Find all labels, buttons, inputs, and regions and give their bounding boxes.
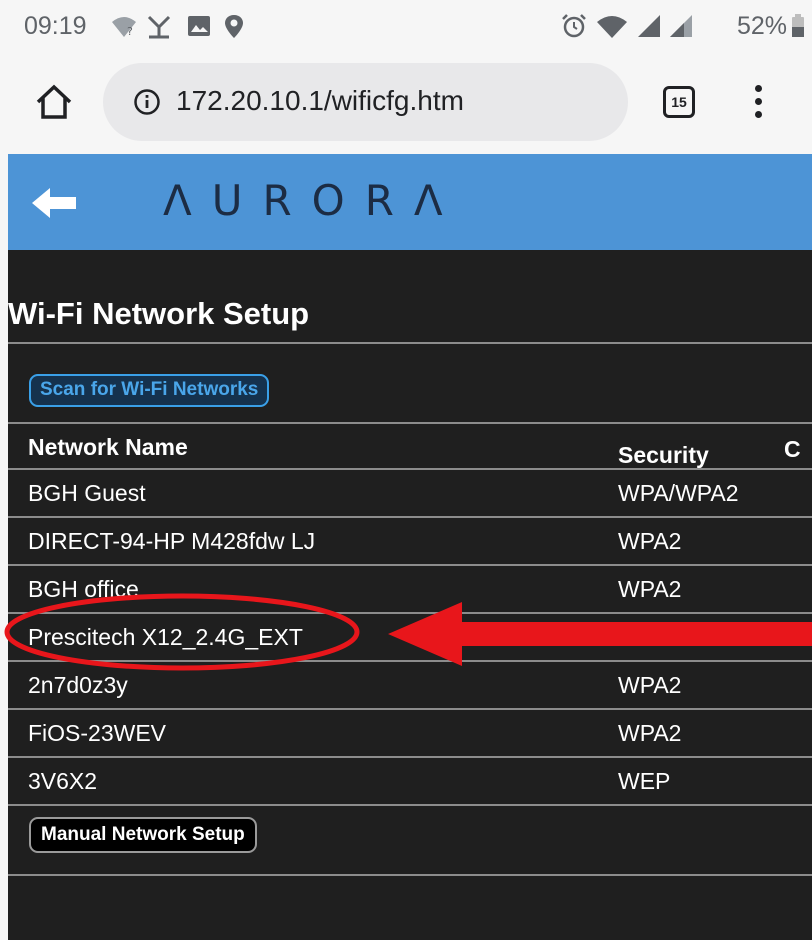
url-text[interactable]: 172.20.10.1/wificfg.htm — [176, 85, 464, 117]
network-name-cell[interactable]: BGH Guest — [28, 480, 146, 507]
table-row[interactable]: BGH office WPA2 — [8, 566, 812, 614]
app-header: ΛURORΛ — [8, 154, 812, 250]
column-header-network-name[interactable]: Network Name — [28, 434, 188, 461]
manual-network-setup-button[interactable]: Manual Network Setup — [29, 817, 257, 853]
alarm-icon — [562, 14, 586, 38]
wifi-signal-icon — [597, 16, 627, 38]
table-row[interactable]: FiOS-23WEV WPA2 — [8, 710, 812, 758]
network-name-cell[interactable]: BGH office — [28, 576, 139, 603]
security-cell: WPA/WPA2 — [618, 624, 739, 650]
security-cell: WPA2 — [618, 672, 682, 698]
overflow-menu-icon[interactable] — [748, 82, 768, 122]
usb-icon — [147, 15, 171, 39]
status-bar: 09:19 ? 52% — [0, 0, 812, 58]
location-icon — [225, 15, 243, 38]
divider — [8, 342, 812, 344]
svg-text:?: ? — [127, 25, 133, 38]
info-icon[interactable] — [133, 88, 161, 116]
battery-icon — [792, 14, 804, 37]
table-row[interactable]: DIRECT-94-HP M428fdw LJ WPA2 — [8, 518, 812, 566]
table-row[interactable]: BGH Guest WPA/WPA2 — [8, 470, 812, 518]
aurora-logo: ΛURORΛ — [163, 176, 463, 225]
network-name-cell[interactable]: Prescitech X12_2.4G_EXT — [28, 624, 303, 651]
battery-percent: 52% — [737, 12, 788, 40]
security-cell: WPA2 — [618, 720, 682, 746]
security-cell: WPA2 — [618, 576, 682, 602]
wifi-question-icon: ? — [112, 17, 136, 38]
column-header-channel[interactable]: C — [784, 436, 801, 463]
back-arrow-icon[interactable] — [30, 186, 78, 220]
browser-toolbar: 172.20.10.1/wificfg.htm 15 — [0, 58, 812, 154]
home-icon[interactable] — [34, 82, 74, 122]
cell-signal-icon — [638, 15, 660, 37]
security-cell: WPA2 — [618, 528, 682, 554]
page-title: Wi-Fi Network Setup — [8, 296, 310, 331]
table-header-row: Network Name Security C — [8, 422, 812, 470]
address-bar[interactable]: 172.20.10.1/wificfg.htm — [103, 63, 628, 141]
cell-signal-roaming-icon — [670, 15, 692, 37]
security-cell: WEP — [618, 768, 671, 794]
wifi-setup-panel: Wi-Fi Network Setup Scan for Wi-Fi Netwo… — [8, 250, 812, 940]
network-name-cell[interactable]: 2n7d0z3y — [28, 672, 128, 699]
tab-switcher-button[interactable]: 15 — [663, 86, 695, 118]
network-name-cell[interactable]: 3V6X2 — [28, 768, 97, 795]
table-row[interactable]: 3V6X2 WEP — [8, 758, 812, 806]
status-time: 09:19 — [24, 12, 87, 40]
network-name-cell[interactable]: DIRECT-94-HP M428fdw LJ — [28, 528, 315, 555]
table-row[interactable]: Prescitech X12_2.4G_EXT WPA/WPA2 — [8, 614, 812, 662]
scan-wifi-button[interactable]: Scan for Wi-Fi Networks — [29, 374, 270, 407]
network-table: Network Name Security C BGH Guest WPA/WP… — [8, 422, 812, 806]
divider — [8, 874, 812, 876]
security-cell: WPA/WPA2 — [618, 480, 739, 506]
image-icon — [188, 16, 210, 36]
column-header-security[interactable]: Security — [618, 442, 709, 469]
table-row[interactable]: 2n7d0z3y WPA2 — [8, 662, 812, 710]
network-name-cell[interactable]: FiOS-23WEV — [28, 720, 166, 747]
